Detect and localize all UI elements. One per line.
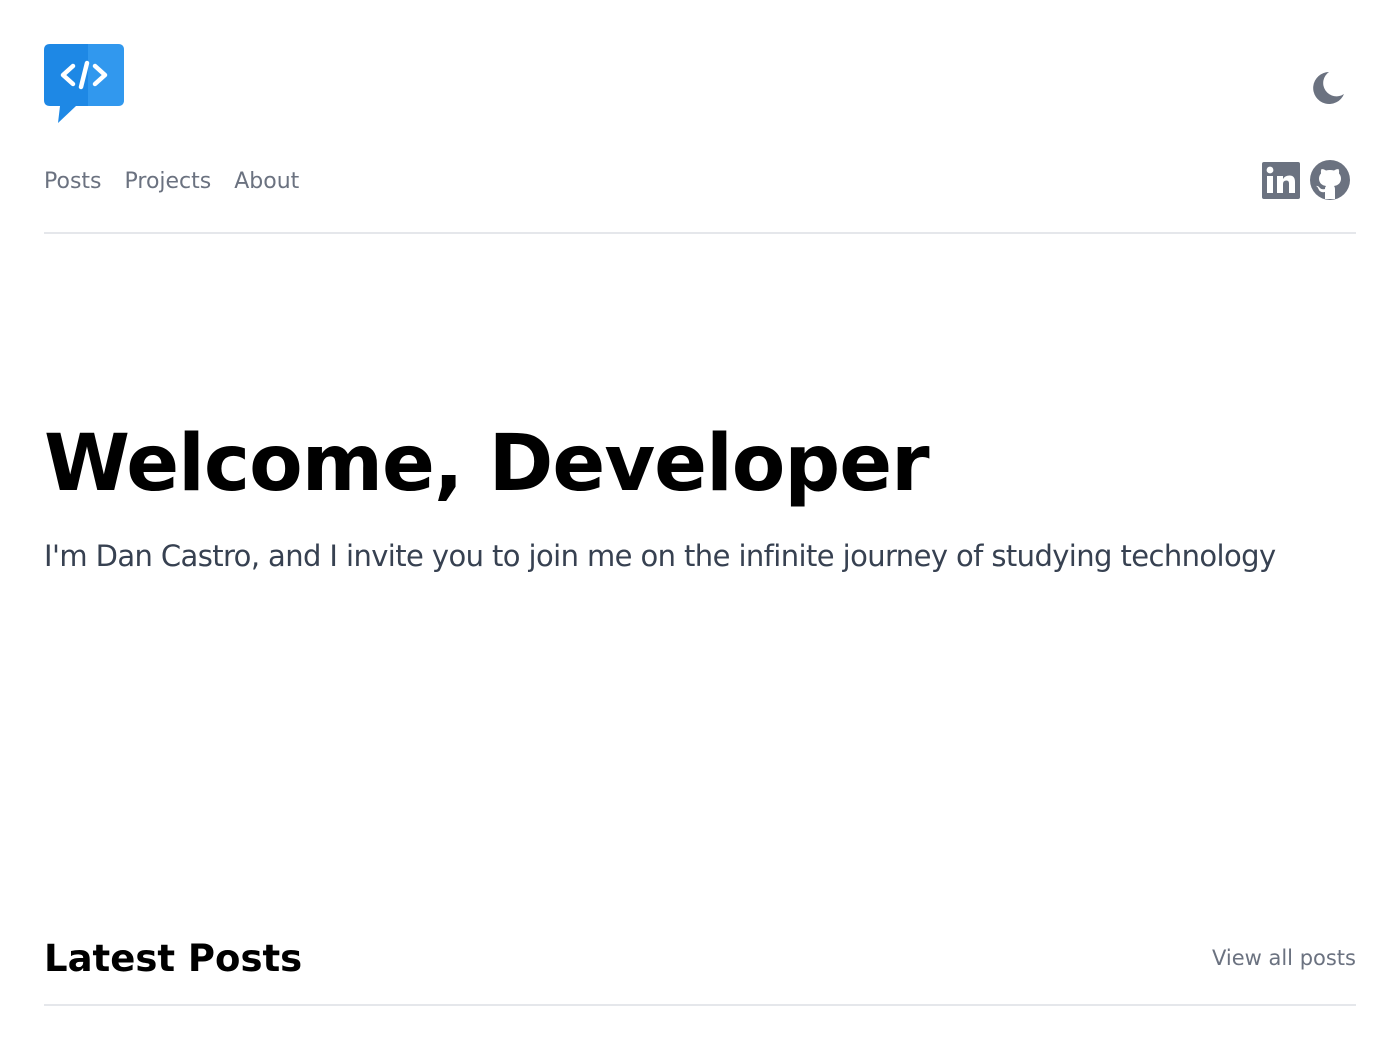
hero-title: Welcome, Developer	[44, 419, 930, 509]
section-divider	[44, 1004, 1356, 1006]
code-chat-bubble-logo-icon	[44, 44, 124, 123]
hero-subtitle: I'm Dan Castro, and I invite you to join…	[44, 539, 1276, 573]
page: Posts Projects About Welcome, Developer …	[0, 0, 1400, 1050]
github-link[interactable]	[1309, 159, 1351, 201]
linkedin-link[interactable]	[1260, 159, 1302, 201]
moon-icon	[1313, 72, 1344, 104]
nav-link-projects[interactable]: Projects	[125, 166, 212, 198]
view-all-posts-link[interactable]: View all posts	[1212, 942, 1356, 974]
nav-link-posts[interactable]: Posts	[44, 166, 102, 198]
github-icon	[1310, 160, 1350, 200]
social-links	[1260, 159, 1351, 201]
main-nav: Posts Projects About	[44, 166, 299, 198]
header-divider	[44, 232, 1356, 234]
linkedin-icon	[1262, 162, 1300, 199]
latest-posts-heading: Latest Posts	[44, 937, 303, 980]
theme-toggle-button[interactable]	[1308, 68, 1348, 108]
nav-link-about[interactable]: About	[234, 166, 299, 198]
site-logo[interactable]	[44, 44, 124, 124]
